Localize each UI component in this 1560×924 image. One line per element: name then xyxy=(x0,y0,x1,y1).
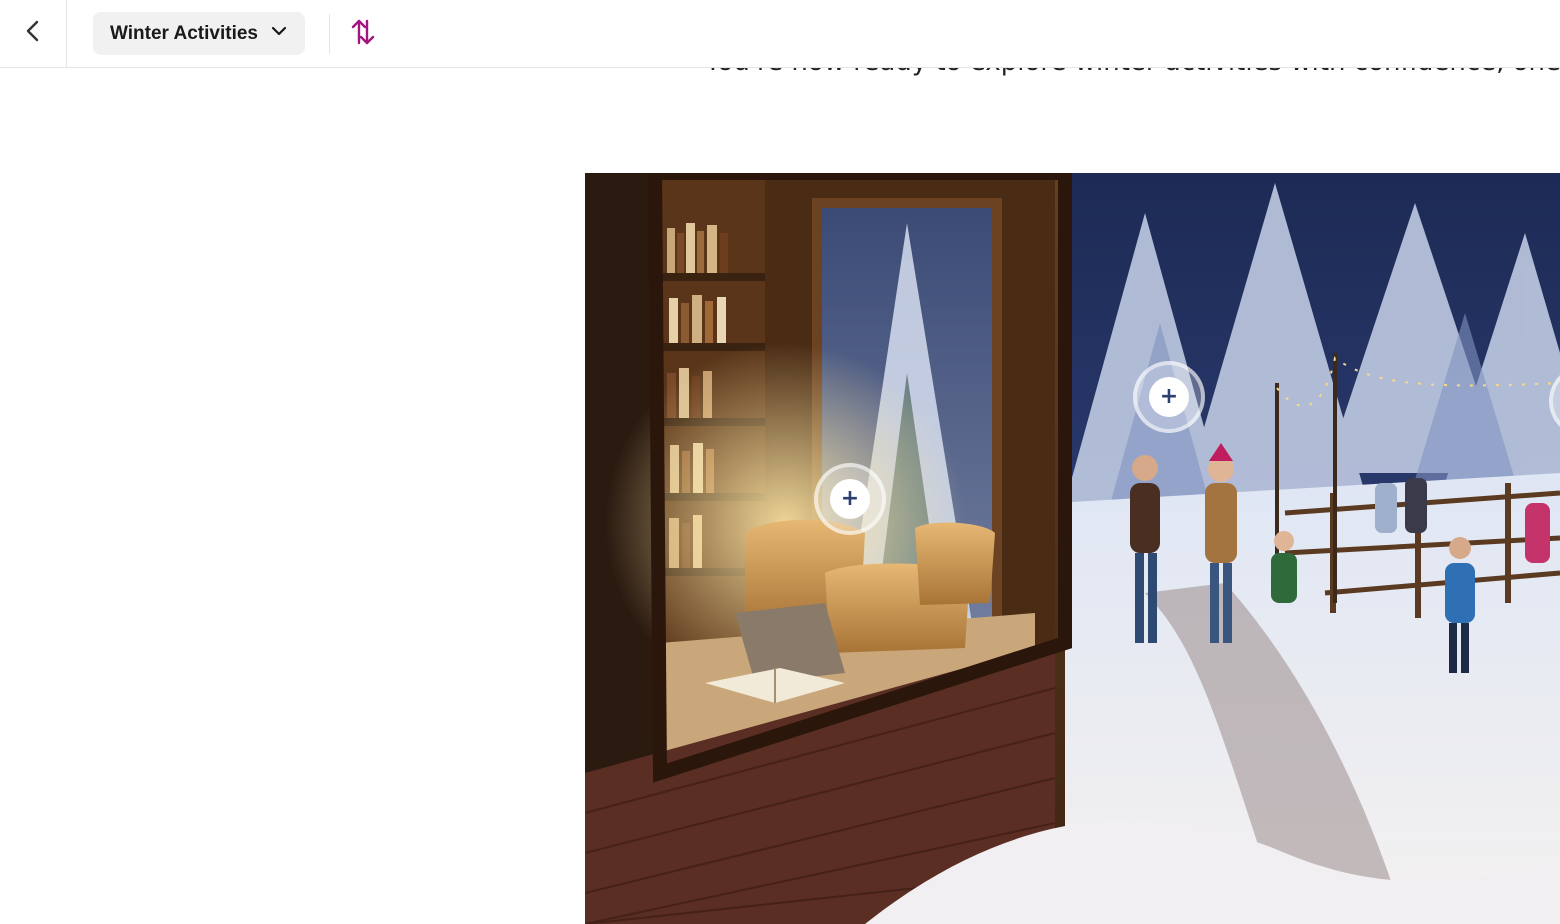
chevron-down-icon xyxy=(270,22,288,45)
swap-vertical-icon xyxy=(350,17,376,52)
hotspot-reading-nook[interactable]: + xyxy=(814,463,886,535)
hotspot-winter-walk[interactable]: + xyxy=(1133,361,1205,433)
plus-icon: + xyxy=(1149,377,1189,417)
topic-dropdown[interactable]: Winter Activities xyxy=(93,12,305,55)
top-bar: Winter Activities xyxy=(0,0,1560,68)
chevron-left-icon xyxy=(23,19,43,48)
topic-dropdown-label: Winter Activities xyxy=(110,22,258,44)
reorder-button[interactable] xyxy=(343,14,383,54)
winter-scene-image: + + + xyxy=(585,173,1560,924)
toolbar-divider xyxy=(329,14,330,54)
back-button[interactable] xyxy=(0,0,67,67)
plus-icon: + xyxy=(830,479,870,519)
